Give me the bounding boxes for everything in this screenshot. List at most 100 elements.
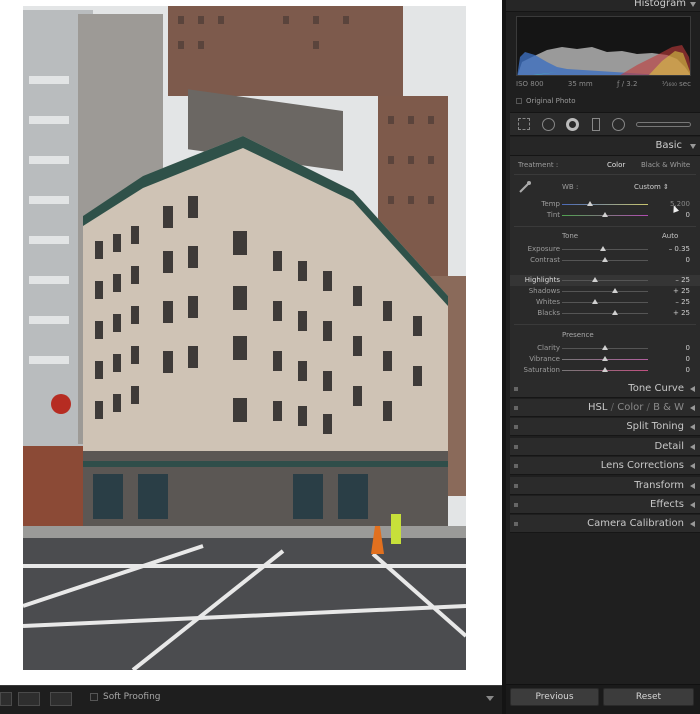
expand-triangle-icon[interactable] <box>690 521 695 527</box>
presence-section-title: Presence <box>562 331 594 339</box>
hsl-title[interactable]: HSL <box>588 402 607 413</box>
vibrance-value[interactable]: 0 <box>686 355 690 363</box>
tone-auto-button[interactable]: Auto <box>662 232 678 240</box>
effects-panel-header[interactable]: Effects <box>510 496 700 514</box>
hsl-color-title[interactable]: Color <box>617 402 643 413</box>
basic-header[interactable]: Basic <box>510 137 700 156</box>
expand-triangle-icon[interactable] <box>690 424 695 430</box>
tint-value[interactable]: 0 <box>686 211 690 219</box>
temp-label: Temp <box>541 200 560 208</box>
expand-triangle-icon[interactable] <box>690 502 695 508</box>
wb-select[interactable]: Custom ⇕ <box>634 183 669 191</box>
collapse-triangle-icon[interactable] <box>690 144 696 149</box>
hsl-bw-title[interactable]: B & W <box>653 402 684 413</box>
highlights-slider-thumb[interactable] <box>592 277 598 282</box>
divider <box>514 226 696 227</box>
whites-value[interactable]: – 25 <box>675 298 690 306</box>
expand-triangle-icon[interactable] <box>690 405 695 411</box>
panel-toggle-icon[interactable] <box>514 464 518 468</box>
crop-tool-icon[interactable] <box>518 118 530 130</box>
transform-title: Transform <box>634 480 684 491</box>
soft-proofing-toggle[interactable]: Soft Proofing <box>90 692 161 702</box>
camera-calibration-panel-header[interactable]: Camera Calibration <box>510 515 700 533</box>
vibrance-slider-thumb[interactable] <box>602 356 608 361</box>
saturation-value[interactable]: 0 <box>686 366 690 374</box>
exposure-label: Exposure <box>527 245 560 253</box>
shadows-label: Shadows <box>528 287 560 295</box>
blacks-slider-thumb[interactable] <box>612 310 618 315</box>
split-toning-panel-header[interactable]: Split Toning <box>510 418 700 436</box>
toolbar-menu-icon[interactable] <box>486 696 494 701</box>
highlights-slider-track[interactable] <box>562 280 648 281</box>
panel-toggle-icon[interactable] <box>514 425 518 429</box>
expand-triangle-icon[interactable] <box>690 463 695 469</box>
histogram-title: Histogram <box>634 0 686 9</box>
reset-button[interactable]: Reset <box>603 688 694 706</box>
split-toning-title: Split Toning <box>626 421 684 432</box>
exposure-slider-thumb[interactable] <box>600 246 606 251</box>
hsl-panel-header[interactable]: HSL / Color / B & W <box>510 399 700 417</box>
shadows-slider-track[interactable] <box>562 291 648 292</box>
highlights-row: Highlights – 25 <box>510 275 700 286</box>
collapse-triangle-icon[interactable] <box>690 2 696 7</box>
contrast-slider-thumb[interactable] <box>602 257 608 262</box>
basic-title: Basic <box>655 140 682 151</box>
panel-toggle-icon[interactable] <box>514 445 518 449</box>
radial-filter-icon[interactable] <box>612 118 625 131</box>
temp-slider-thumb[interactable] <box>587 201 593 206</box>
panel-toggle-icon[interactable] <box>514 387 518 391</box>
blacks-value[interactable]: + 25 <box>673 309 690 317</box>
whites-row: Whites – 25 <box>510 297 700 308</box>
original-photo-toggle[interactable]: Original Photo <box>516 97 576 105</box>
expand-triangle-icon[interactable] <box>690 444 695 450</box>
graduated-filter-icon[interactable] <box>592 118 600 131</box>
loupe-view-button[interactable] <box>0 692 12 706</box>
previous-button[interactable]: Previous <box>510 688 599 706</box>
spot-removal-icon[interactable] <box>542 118 555 131</box>
exposure-value[interactable]: – 0.35 <box>669 245 690 253</box>
expand-triangle-icon[interactable] <box>690 386 695 392</box>
treatment-bw-option[interactable]: Black & White <box>641 161 690 169</box>
camera-calibration-title: Camera Calibration <box>587 518 684 529</box>
clarity-label: Clarity <box>537 344 560 352</box>
develop-panel: Histogram ISO 800 35 mm ƒ / 3.2 ¹⁄₁₆₀₀ s… <box>502 0 700 714</box>
iso-value: ISO 800 <box>516 80 544 88</box>
clarity-slider-thumb[interactable] <box>602 345 608 350</box>
panel-toggle-icon[interactable] <box>514 522 518 526</box>
highlights-value[interactable]: – 25 <box>675 276 690 284</box>
whites-slider-track[interactable] <box>562 302 648 303</box>
photo-preview[interactable] <box>23 6 466 670</box>
original-photo-checkbox[interactable] <box>516 98 522 104</box>
exif-info: ISO 800 35 mm ƒ / 3.2 ¹⁄₁₆₀₀ sec <box>516 80 691 88</box>
treatment-color-option[interactable]: Color <box>607 161 625 169</box>
panel-toggle-icon[interactable] <box>514 484 518 488</box>
before-after-button[interactable] <box>18 692 40 706</box>
whites-slider-thumb[interactable] <box>592 299 598 304</box>
transform-panel-header[interactable]: Transform <box>510 477 700 495</box>
panel-toggle-icon[interactable] <box>514 503 518 507</box>
red-eye-icon[interactable] <box>566 118 579 131</box>
adjustment-brush-icon[interactable] <box>636 122 691 127</box>
tone-curve-panel-header[interactable]: Tone Curve <box>510 380 700 398</box>
tint-slider-thumb[interactable] <box>602 212 608 217</box>
panel-toggle-icon[interactable] <box>514 406 518 410</box>
detail-title: Detail <box>654 441 684 452</box>
histogram-header[interactable]: Histogram <box>506 0 700 12</box>
divider <box>514 174 696 175</box>
lens-corrections-panel-header[interactable]: Lens Corrections <box>510 457 700 475</box>
detail-panel-header[interactable]: Detail <box>510 438 700 456</box>
tool-strip <box>510 112 700 136</box>
saturation-slider-thumb[interactable] <box>602 367 608 372</box>
blacks-slider-track[interactable] <box>562 313 648 314</box>
tint-label: Tint <box>546 211 560 219</box>
clarity-value[interactable]: 0 <box>686 344 690 352</box>
soft-proofing-checkbox[interactable] <box>90 693 98 701</box>
wb-label: WB : <box>562 183 579 191</box>
contrast-value[interactable]: 0 <box>686 256 690 264</box>
expand-triangle-icon[interactable] <box>690 483 695 489</box>
temp-slider-track[interactable] <box>562 204 648 205</box>
before-after-split-button[interactable] <box>50 692 72 706</box>
shadows-slider-thumb[interactable] <box>612 288 618 293</box>
blacks-row: Blacks + 25 <box>510 308 700 319</box>
shadows-value[interactable]: + 25 <box>673 287 690 295</box>
